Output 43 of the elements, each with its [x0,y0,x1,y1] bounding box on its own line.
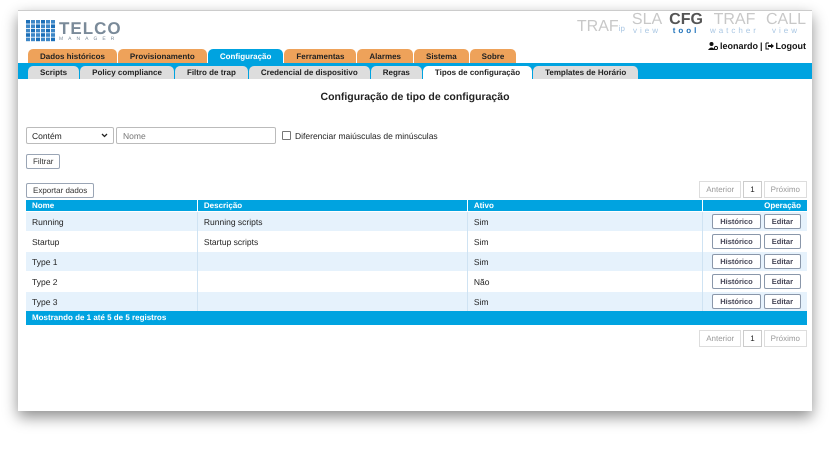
page-number-button[interactable]: 1 [743,181,762,198]
column-header: Operação [702,200,807,212]
column-header: Ativo [467,200,703,212]
menu-tab[interactable]: Alarmes [357,49,413,63]
menu-tab[interactable]: Dados históricos [28,49,117,63]
submenu-tab[interactable]: Credencial de dispositivo [248,66,370,79]
page-number-button[interactable]: 1 [743,330,762,347]
logout-link[interactable]: Logout [776,40,806,51]
user-icon [708,42,718,50]
globe-grid-icon [26,20,56,42]
logout-icon [764,42,774,50]
table-cell: Running scripts [197,212,468,232]
menu-tab[interactable]: Ferramentas [284,49,356,63]
menu-tab[interactable]: Provisionamento [118,49,207,63]
product-logo[interactable]: CFG tool [669,13,703,35]
submenu-tab[interactable]: Scripts [28,66,80,79]
name-input-field[interactable]: Nome [116,127,276,144]
table-cell: Type 1 [26,252,198,272]
export-button[interactable]: Exportar dados [26,183,94,198]
checkbox-label: Diferenciar maiúsculas de minúsculas [295,130,438,140]
table-cell: Sim [467,292,703,311]
column-header: Descrição [197,200,468,212]
table-cell: Sim [467,212,703,232]
submenu-tab[interactable]: Policy compliance [80,66,174,79]
menu-tab[interactable]: Sistema [414,49,469,63]
chevron-icon [101,133,108,138]
username: leonardo [720,40,758,51]
table-cell: Type 3 [26,292,198,311]
submenu-tab[interactable]: Templates de Horário [533,66,638,79]
submenu-tab[interactable]: Tipos de configuração [422,66,532,79]
match-dropdown[interactable]: Contém [26,127,114,144]
submenu-tab[interactable]: Filtro de trap [174,66,248,79]
logo-title: TELCO [59,20,122,37]
page-title: Configuração de tipo de configuração [319,91,510,103]
case-checkbox[interactable] [282,131,291,140]
table-footer: Mostrando de 1 até 5 de 5 registros [26,311,807,325]
separator-text: | [760,40,762,51]
table-cell: Running [26,212,198,232]
submenu-tab[interactable]: Regras [370,66,422,79]
menu-tab[interactable]: Sobre [470,49,516,63]
table-cell: Sim [467,252,703,272]
column-header: Nome [26,200,198,212]
filter-button[interactable]: Filtrar [26,154,60,169]
